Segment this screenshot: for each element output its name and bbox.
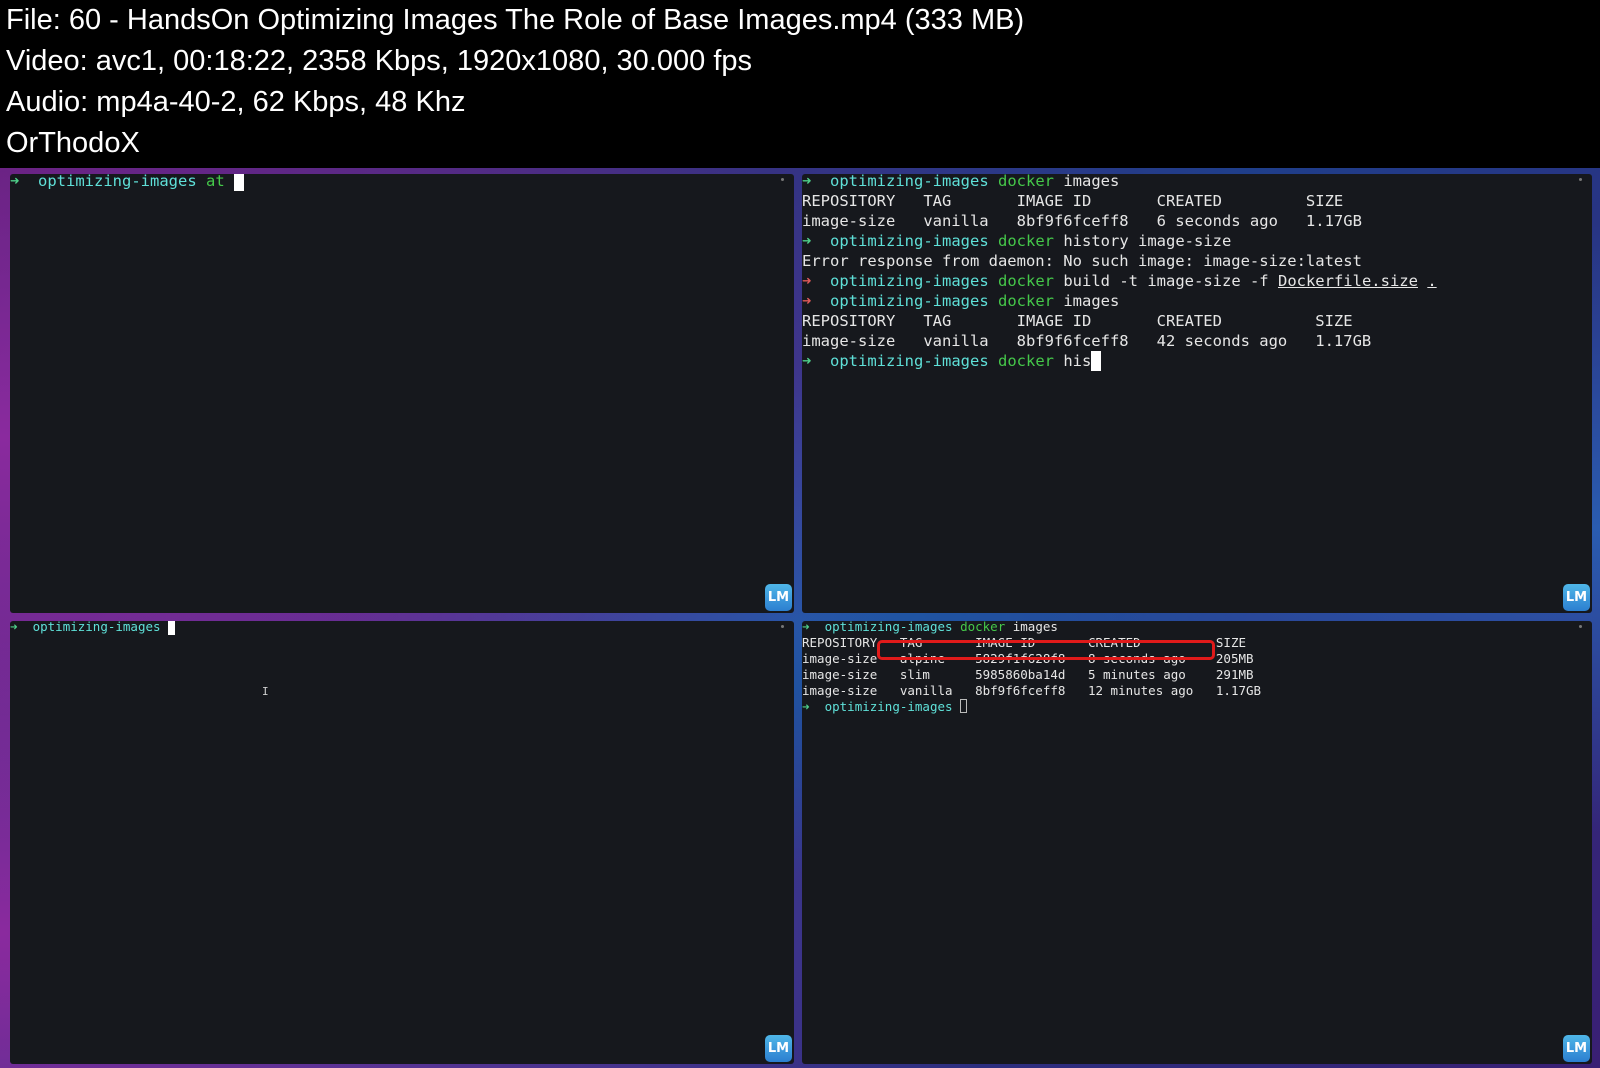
prompt-directory: optimizing-images [830,272,989,290]
video-info-line: Video: avc1, 00:18:22, 2358 Kbps, 1920x1… [6,45,752,77]
table-row: image-size slim 5985860ba14d 5 minutes a… [802,667,1254,682]
terminal-pane-top-right[interactable]: ➜ optimizing-images docker images REPOSI… [802,174,1592,613]
terminal-prompt-line: ➜ optimizing-images docker his [802,351,1102,371]
audio-info-line: Audio: mp4a-40-2, 62 Kbps, 48 Khz [6,86,466,118]
text-cursor [960,699,968,713]
text-cursor [1091,351,1102,371]
prompt-directory: optimizing-images [824,621,953,634]
terminal-pane-bottom-right[interactable]: ➜ optimizing-images docker images REPOSI… [802,621,1592,1064]
terminal-line: REPOSITORY TAG IMAGE ID CREATED SIZE [802,192,1344,210]
prompt-directory: optimizing-images [824,699,953,714]
command-name: docker [960,621,1006,634]
prompt-directory: optimizing-images [830,232,989,250]
prompt-directory: optimizing-images [32,621,161,634]
terminal-line: REPOSITORY TAG IMAGE ID CREATED SIZE [802,312,1353,330]
table-row: image-size vanilla 8bf9f6fceff8 12 minut… [802,683,1262,698]
prompt-directory: optimizing-images [830,352,989,370]
command-args: images [1063,174,1120,190]
lm-logo-icon: LM [1563,1035,1590,1062]
arrow-right-icon: ➜ [802,174,812,190]
command-args: images [1063,292,1120,310]
arrow-right-icon: ➜ [10,621,18,634]
terminal-line: ➜ optimizing-images docker images [802,621,1058,635]
build-context: . [1427,272,1437,290]
arrow-right-icon: ➜ [802,232,812,250]
terminal-prompt-line: ➜ optimizing-images [802,699,968,715]
command-args: his [1063,352,1092,370]
arrow-right-icon: ➜ [10,174,20,190]
command-args: build -t image-size -f [1063,272,1278,290]
terminal-line: ➜ optimizing-images docker build -t imag… [802,271,1437,291]
uploader-line: OrThodoX [6,127,140,159]
mouse-ibeam-icon: I [262,685,269,698]
terminal-prompt-line: ➜ optimizing-images at [10,174,245,191]
terminal-pane-top-left[interactable]: ➜ optimizing-images at LM [10,174,794,613]
prompt-directory: optimizing-images [38,174,197,190]
video-info-header: File: 60 - HandsOn Optimizing Images The… [0,0,1600,168]
arrow-right-icon: ➜ [802,272,812,290]
dockerfile-path: Dockerfile.size [1277,272,1418,290]
text-cursor [168,621,176,635]
command-name: docker [998,352,1054,370]
scroll-indicator [1579,625,1582,628]
prompt-directory: optimizing-images [830,292,989,310]
lm-logo-icon: LM [765,1035,792,1062]
command-name: docker [998,292,1054,310]
terminal-pane-bottom-left[interactable]: ➜ optimizing-images I LM [10,621,794,1064]
lm-logo-icon: LM [765,584,792,611]
terminal-prompt-line: ➜ optimizing-images [10,621,176,635]
terminal-line: ➜ optimizing-images docker images [802,291,1119,311]
arrow-right-icon: ➜ [802,292,812,310]
terminal-line: ➜ optimizing-images docker history image… [802,231,1231,251]
terminal-error-line: Error response from daemon: No such imag… [802,252,1362,270]
scroll-indicator [781,625,784,628]
command-args: history image-size [1063,232,1232,250]
arrow-right-icon: ➜ [802,352,812,370]
terminal-line: image-size vanilla 8bf9f6fceff8 6 second… [802,212,1362,230]
arrow-right-icon: ➜ [802,699,810,714]
command-name: docker [998,232,1054,250]
scroll-indicator [1579,178,1582,181]
arrow-right-icon: ➜ [802,621,810,634]
command-args: images [1012,621,1058,634]
file-info-line: File: 60 - HandsOn Optimizing Images The… [6,4,1025,36]
terminal-line: image-size vanilla 8bf9f6fceff8 42 secon… [802,332,1372,350]
typed-command: at [206,174,225,190]
command-name: docker [998,174,1054,190]
lm-logo-icon: LM [1563,584,1590,611]
prompt-directory: optimizing-images [830,174,989,190]
text-cursor [234,174,245,191]
alpine-row-highlight [877,640,1215,660]
command-name: docker [998,272,1054,290]
scroll-indicator [781,178,784,181]
terminal-line: ➜ optimizing-images docker images [802,174,1119,191]
